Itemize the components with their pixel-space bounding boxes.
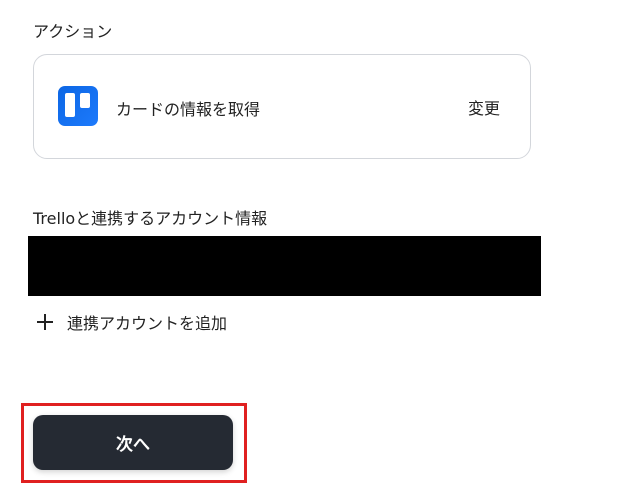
plus-icon [37, 314, 53, 330]
trello-icon-left-column [65, 93, 75, 117]
action-label: カードの情報を取得 [116, 100, 261, 119]
action-card: カードの情報を取得 変更 [33, 54, 531, 159]
page: アクション カードの情報を取得 変更 Trelloと連携するアカウント情報 連携… [0, 0, 617, 486]
trello-icon [58, 86, 98, 126]
trello-icon-right-column [80, 93, 90, 108]
add-account-label: 連携アカウントを追加 [67, 314, 228, 333]
next-button[interactable]: 次へ [33, 415, 233, 470]
account-section-title: Trelloと連携するアカウント情報 [33, 209, 268, 228]
change-button[interactable]: 変更 [468, 95, 500, 119]
action-section-title: アクション [33, 22, 113, 41]
linked-account-field[interactable] [28, 236, 541, 296]
add-account-button[interactable]: 連携アカウントを追加 [37, 310, 227, 334]
